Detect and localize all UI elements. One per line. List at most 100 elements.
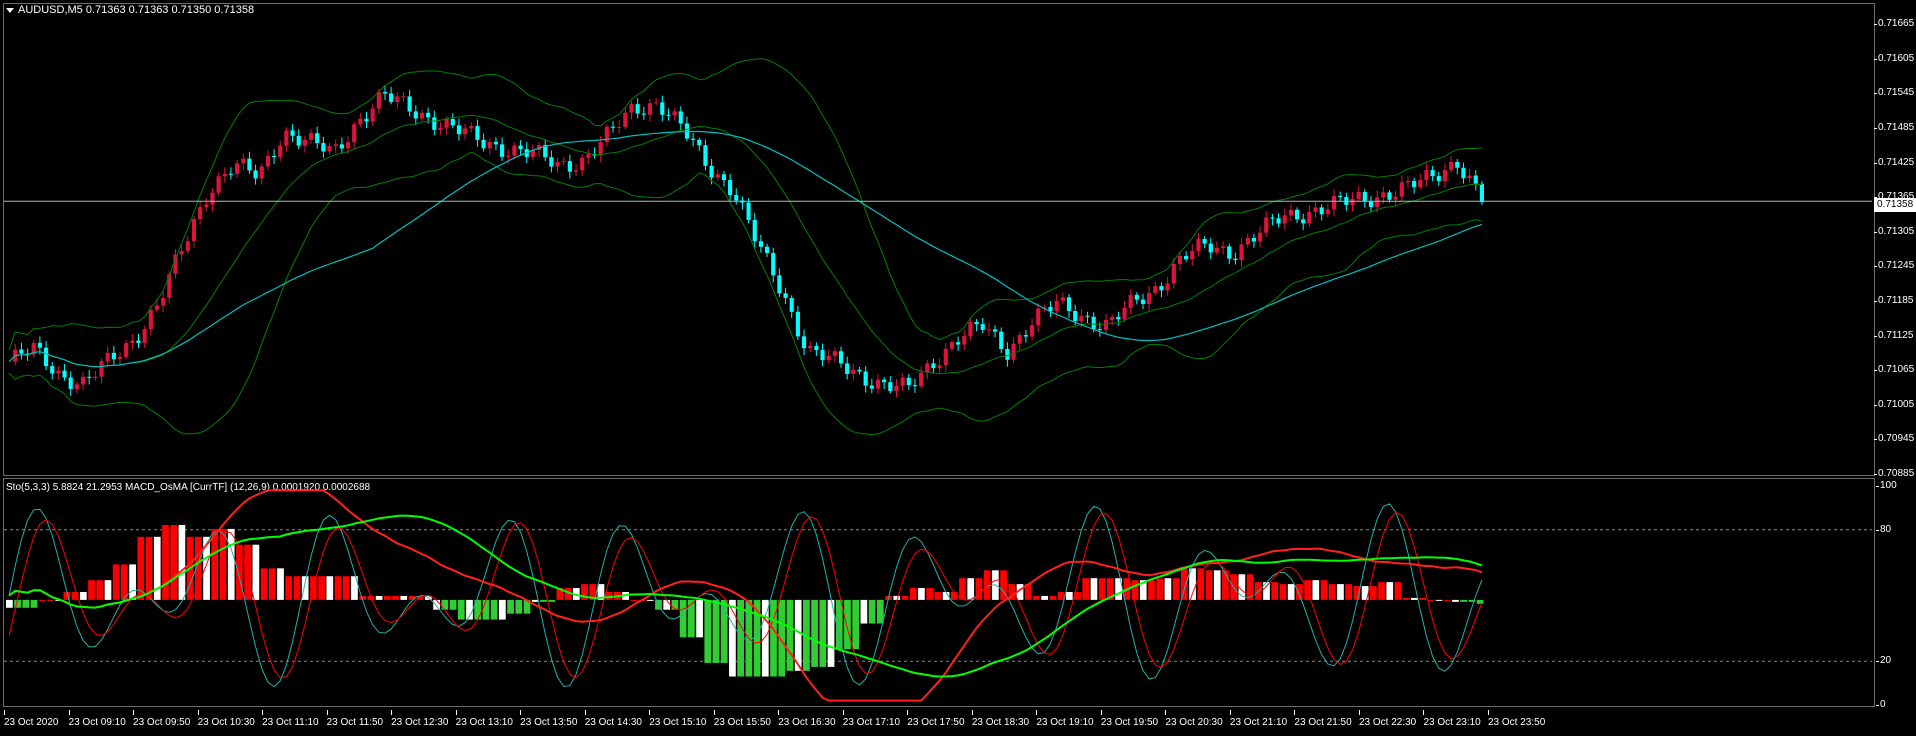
time-tick-label: 23 Oct 12:30 [391,710,449,728]
candle-body [734,194,739,201]
candle-body [43,347,49,367]
candle-body [1313,207,1318,212]
candle-body [1368,200,1374,208]
candle-body [672,111,677,116]
osma-histogram-bar [811,599,818,667]
osma-histogram-bar [1098,578,1106,600]
candle-body [752,219,757,242]
candle-body [93,376,98,378]
time-tick-label: 23 Oct 21:50 [1294,710,1352,728]
osma-histogram-bar [1345,584,1353,600]
osma-histogram-bar [704,599,712,663]
candle-body [179,250,184,255]
osma-histogram-bar [1041,595,1049,600]
osma-histogram-bar [1435,599,1443,601]
candle-body [87,376,92,378]
candle-body [721,174,727,181]
osma-histogram-bar [786,599,794,671]
candle-body [1430,170,1435,177]
candle-body [1393,196,1398,200]
osma-histogram-bar [22,599,30,608]
candle-body [1356,192,1361,199]
price-tick-label: 0.71005 [1873,398,1915,410]
candle-body [1412,180,1417,188]
candle-body [352,124,357,143]
price-tick-label: 0.70945 [1873,433,1915,445]
candle-body [235,163,240,174]
candle-body [278,145,283,158]
candle-body [567,161,572,172]
osma-histogram-bar [1049,595,1057,600]
osma-histogram-bar [1320,580,1328,600]
candle-body [74,384,79,389]
osma-histogram-bar [1033,595,1040,600]
osma-histogram-bar [170,524,178,600]
price-tick-label: 0.70885 [1873,468,1915,479]
candle-body [1208,243,1213,253]
osma-histogram-bar [1131,580,1139,600]
candle-body [1134,294,1139,300]
price-tick-label: 0.71665 [1873,18,1915,30]
osma-histogram-bar [1452,599,1459,602]
osma-histogram-bar [1460,599,1468,602]
candle-body [413,111,418,119]
candle-body [1442,170,1448,182]
time-tick-label: 23 Oct 23:10 [1423,710,1481,728]
candle-body [512,145,517,156]
candle-body [654,102,659,104]
candle-body [1103,319,1109,330]
candle-body [475,126,480,140]
osma-histogram-bar [38,599,46,601]
price-tick-label: 0.71065 [1873,364,1915,376]
candle-body [50,366,55,374]
candle-body [838,351,844,364]
osma-histogram-bar [326,576,334,600]
candle-body [1301,219,1306,224]
candle-body [210,192,215,205]
candle-body [1079,315,1084,322]
price-tick-label: 0.71245 [1873,260,1915,272]
candle-body [980,324,985,330]
osma-histogram-bar [121,564,128,600]
candle-body [647,103,653,115]
osma-histogram-bar [375,595,383,600]
osma-histogram-bar [860,599,868,624]
candle-body [1479,183,1484,203]
time-tick-label: 23 Oct 19:50 [1100,710,1159,728]
moving-average-line [8,130,1483,368]
chart-canvas[interactable] [0,0,1916,736]
candle-body [931,363,936,369]
osma-histogram-bar [1378,582,1385,600]
osma-histogram-bar [293,576,301,600]
indicator-level-label: 0 [1876,699,1886,710]
candle-body [19,349,24,354]
osma-histogram-bar [227,528,235,600]
candle-body [746,202,751,220]
candle-body [456,125,462,135]
osma-histogram-bar [1411,597,1418,600]
candle-body [1338,195,1343,197]
candle-body [426,112,431,118]
osma-histogram-bar [934,591,942,600]
candle-body [1405,180,1411,183]
osma-histogram-bar [1189,568,1196,600]
osma-histogram-bar [712,599,720,663]
candle-body [986,329,991,331]
osma-histogram-bar [1443,599,1451,601]
candle-body [912,385,918,387]
candle-body [117,356,123,360]
candle-body [888,382,893,392]
bollinger-middle-line [8,114,1482,375]
price-tick-label: 0.71485 [1873,121,1915,133]
osma-histogram-bar [1386,582,1394,600]
candle-body [339,144,344,149]
candle-body [728,180,733,195]
candle-body [875,379,881,389]
candle-body [925,363,930,373]
osma-histogram-bar [129,564,136,600]
candle-body [561,161,566,163]
candle-body [1097,329,1102,331]
time-tick-label: 23 Oct 11:50 [326,710,384,728]
osma-histogram-bar [219,528,227,600]
osma-histogram-bar [1312,580,1320,600]
